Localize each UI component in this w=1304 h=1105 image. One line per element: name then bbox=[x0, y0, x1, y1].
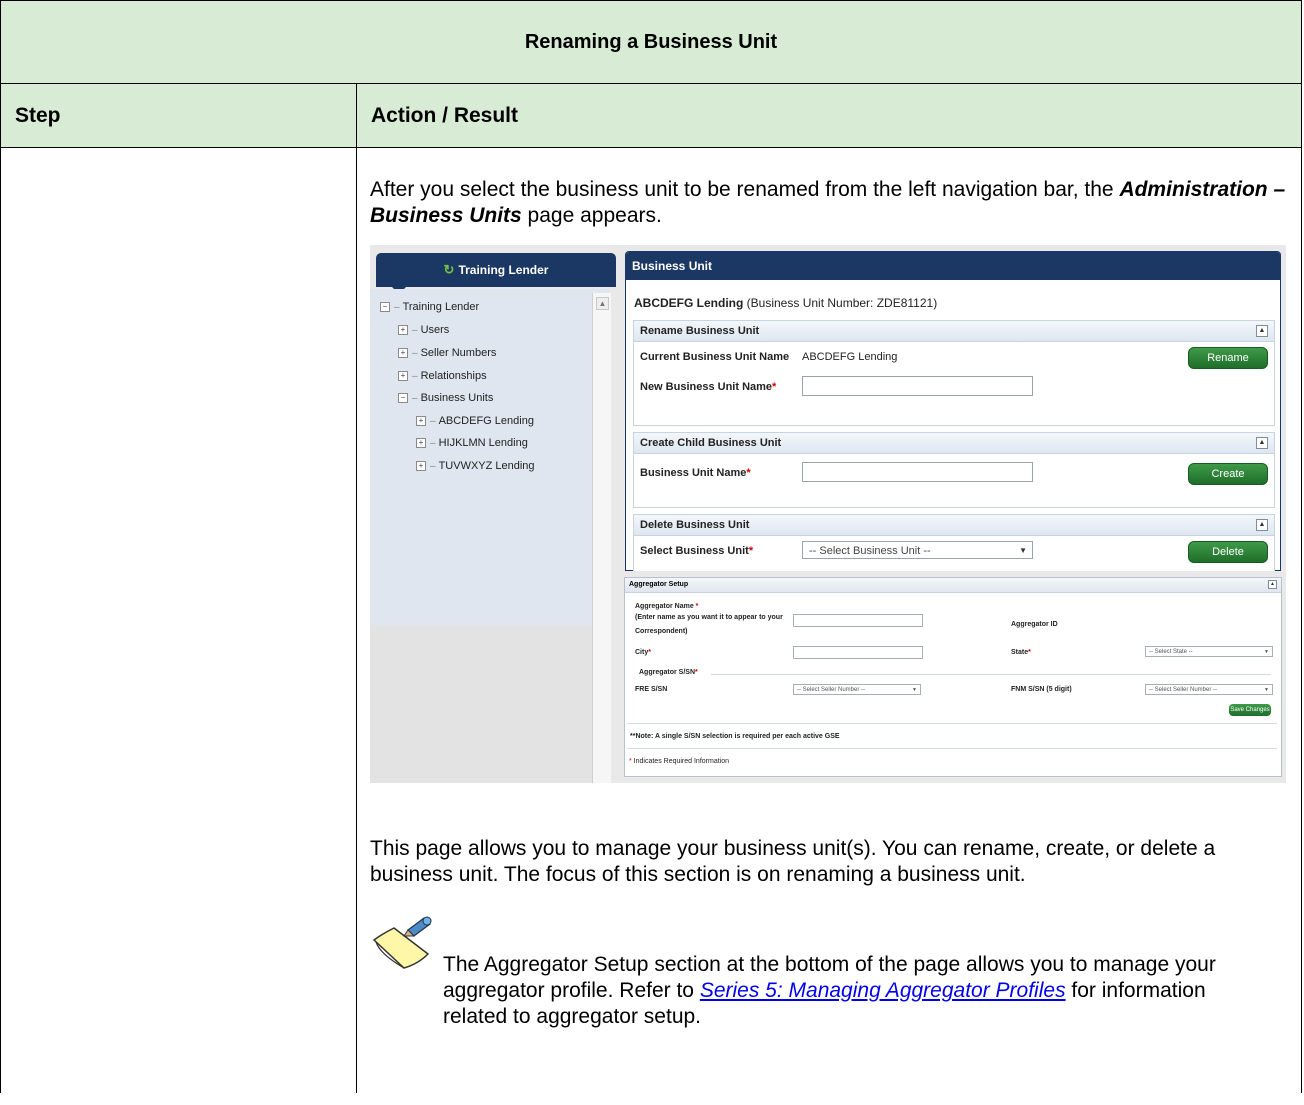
delete-button[interactable]: Delete bbox=[1188, 541, 1268, 563]
current-name-label: Current Business Unit Name bbox=[640, 351, 790, 363]
business-units-screenshot: ↻ Training Lender ▲ − – Training Lender + – U… bbox=[370, 245, 1286, 783]
aggregator-name-input[interactable] bbox=[793, 614, 923, 627]
lender-logo-icon: ↻ bbox=[443, 262, 455, 277]
note-paragraph: The Aggregator Setup section at the bott… bbox=[388, 952, 1268, 1030]
expand-icon[interactable]: + bbox=[416, 438, 426, 448]
aggregator-name-hint: (Enter name as you want it to appear to … bbox=[635, 614, 783, 621]
intro-paragraph: After you select the business unit to be… bbox=[370, 177, 1290, 229]
select-unit-dropdown[interactable]: -- Select Business Unit -- ▼ bbox=[802, 541, 1033, 559]
city-input[interactable] bbox=[793, 646, 923, 659]
scroll-up-icon[interactable]: ▲ bbox=[596, 297, 609, 310]
delete-section: Delete Business Unit ▲ Select Business Un… bbox=[633, 514, 1275, 571]
expand-icon[interactable]: + bbox=[416, 416, 426, 426]
gse-note: **Note: A single S/SN selection is requi… bbox=[630, 733, 840, 740]
aggregator-header: Aggregator Setup ▲ bbox=[625, 578, 1281, 593]
rename-button[interactable]: Rename bbox=[1188, 347, 1268, 369]
collapse-section-icon[interactable]: ▲ bbox=[1256, 519, 1268, 531]
action-column-header: Action / Result bbox=[356, 83, 1302, 148]
fnm-ssn-dropdown[interactable]: -- Select Seller Number -- ▼ bbox=[1145, 684, 1273, 695]
outro-paragraph: This page allows you to manage your busi… bbox=[370, 837, 1216, 886]
fnm-ssn-label: FNM S/SN (5 digit) bbox=[1011, 686, 1072, 693]
dropdown-caret-icon: ▼ bbox=[912, 687, 917, 693]
fre-ssn-dropdown[interactable]: -- Select Seller Number -- ▼ bbox=[793, 684, 921, 695]
intro-text: After you select the business unit to be… bbox=[370, 178, 1120, 201]
panel-header: Business Unit bbox=[626, 252, 1280, 280]
expand-icon[interactable]: + bbox=[398, 325, 408, 335]
intro-suffix: page appears. bbox=[521, 204, 662, 227]
dropdown-caret-icon: ▼ bbox=[1264, 649, 1269, 655]
business-unit-identity: ABCDEFG Lending (Business Unit Number: Z… bbox=[634, 296, 938, 310]
nav-header-label: Training Lender bbox=[458, 263, 549, 277]
state-dropdown[interactable]: -- Select State -- ▼ bbox=[1145, 646, 1273, 657]
aggregator-name-label: Aggregator Name * bbox=[635, 603, 699, 610]
rename-section-header: Rename Business Unit ▲ bbox=[634, 321, 1274, 342]
dropdown-caret-icon: ▼ bbox=[1019, 546, 1027, 555]
current-name-value: ABCDEFG Lending bbox=[802, 351, 898, 363]
tree-item-hijklmn[interactable]: + – HIJKLMN Lending bbox=[416, 437, 528, 449]
expand-icon[interactable]: + bbox=[398, 348, 408, 358]
nav-scrollbar[interactable]: ▲ bbox=[592, 293, 611, 783]
create-button[interactable]: Create bbox=[1188, 463, 1268, 485]
nav-empty-area bbox=[370, 625, 592, 783]
collapse-section-icon[interactable]: ▲ bbox=[1256, 325, 1268, 337]
expand-icon[interactable]: + bbox=[416, 461, 426, 471]
new-name-input[interactable] bbox=[802, 376, 1033, 396]
series-5-link[interactable]: Series 5: Managing Aggregator Profiles bbox=[700, 979, 1066, 1002]
dropdown-caret-icon: ▼ bbox=[1264, 687, 1269, 693]
aggregator-name-hint-2: Correspondent) bbox=[635, 628, 688, 635]
aggregator-ssn-label: Aggregator S/SN* bbox=[639, 669, 698, 676]
state-label: State* bbox=[1011, 649, 1031, 656]
aggregator-setup-panel: Aggregator Setup ▲ Aggregator Name * (Ent… bbox=[624, 577, 1282, 777]
create-section: Create Child Business Unit ▲ Business Uni… bbox=[633, 432, 1275, 508]
nav-header: ↻ Training Lender bbox=[376, 253, 616, 287]
create-section-header: Create Child Business Unit ▲ bbox=[634, 433, 1274, 454]
fre-ssn-label: FRE S/SN bbox=[635, 686, 668, 693]
new-name-label: New Business Unit Name* bbox=[640, 381, 777, 393]
collapse-section-icon[interactable]: ▲ bbox=[1256, 437, 1268, 449]
collapse-icon[interactable]: − bbox=[398, 393, 408, 403]
step-column-header: Step bbox=[0, 83, 357, 148]
child-name-label: Business Unit Name* bbox=[640, 467, 751, 479]
save-changes-button[interactable]: Save Changes bbox=[1229, 704, 1271, 716]
tree-item-users[interactable]: + – Users bbox=[398, 324, 449, 336]
ssn-divider bbox=[711, 674, 1271, 675]
tree-item-root[interactable]: − – Training Lender bbox=[380, 301, 479, 313]
child-name-input[interactable] bbox=[802, 462, 1033, 482]
collapse-icon[interactable]: − bbox=[380, 302, 390, 312]
collapse-section-icon[interactable]: ▲ bbox=[1268, 580, 1277, 589]
required-info-note: * Indicates Required Information bbox=[629, 758, 730, 765]
expand-icon[interactable]: + bbox=[398, 371, 408, 381]
step-cell bbox=[0, 147, 357, 1093]
tree-item-seller-numbers[interactable]: + – Seller Numbers bbox=[398, 347, 496, 359]
required-divider bbox=[627, 748, 1277, 749]
city-label: City* bbox=[635, 649, 651, 656]
rename-section: Rename Business Unit ▲ Current Business U… bbox=[633, 320, 1275, 426]
table-title: Renaming a Business Unit bbox=[0, 0, 1302, 84]
business-unit-panel: Business Unit ABCDEFG Lending (Business … bbox=[625, 251, 1281, 571]
select-unit-label: Select Business Unit* bbox=[640, 545, 754, 557]
delete-section-header: Delete Business Unit ▲ bbox=[634, 515, 1274, 536]
aggregator-id-label: Aggregator ID bbox=[1011, 621, 1058, 628]
tree-item-business-units[interactable]: − – Business Units bbox=[398, 392, 493, 404]
tree-item-relationships[interactable]: + – Relationships bbox=[398, 370, 487, 382]
note-divider bbox=[627, 723, 1277, 724]
tree-item-tuvwxyz[interactable]: + – TUVWXYZ Lending bbox=[416, 460, 535, 472]
tree-item-abcdefg[interactable]: + – ABCDEFG Lending bbox=[416, 415, 534, 427]
